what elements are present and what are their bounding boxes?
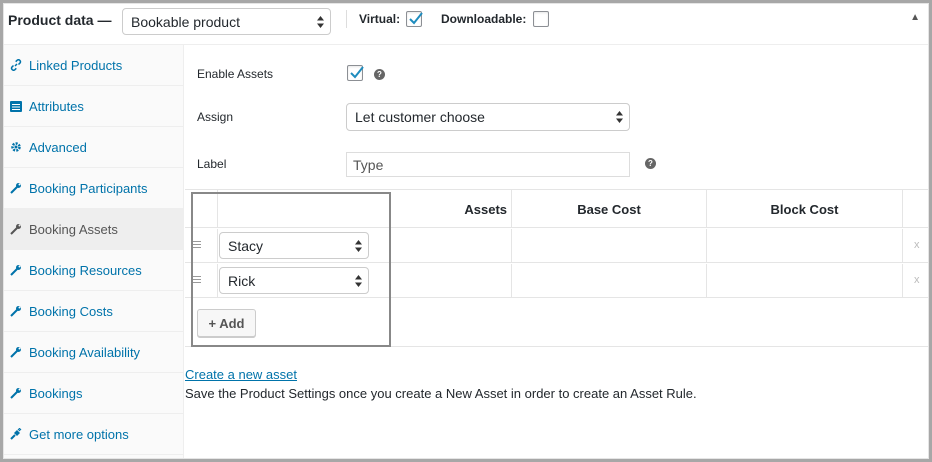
drag-handle-icon[interactable]	[191, 241, 201, 249]
asset-value: Stacy	[228, 237, 264, 254]
sidebar-item-booking-resources[interactable]: Booking Resources	[4, 250, 184, 291]
enable-assets-label: Enable Assets	[197, 67, 274, 81]
product-data-panel: Product data — Bookable product Virtual:…	[3, 3, 929, 459]
sidebar-item-label: Booking Availability	[29, 344, 141, 360]
table-row: Stacy x	[185, 229, 928, 263]
downloadable-label: Downloadable:	[441, 12, 527, 26]
checkmark-icon	[409, 12, 423, 25]
column-header-remove	[902, 190, 928, 228]
assets-table: Assets Base Cost Block Cost Stacy x Rick…	[185, 189, 928, 347]
booking-assets-panel: Enable Assets ? Assign Let customer choo…	[185, 45, 928, 458]
sidebar-item-label: Advanced	[29, 139, 87, 155]
sidebar-item-advanced[interactable]: Advanced	[4, 127, 184, 168]
wrench-icon	[9, 386, 23, 400]
remove-cell: x	[902, 229, 928, 263]
gear-icon	[9, 140, 23, 154]
asset-cell: Rick	[217, 264, 511, 298]
add-asset-button[interactable]: + Add	[197, 309, 256, 337]
downloadable-checkbox[interactable]	[533, 11, 549, 27]
sidebar-item-label: Booking Assets	[29, 221, 118, 237]
sidebar-item-attributes[interactable]: Attributes	[4, 86, 184, 127]
sidebar-item-booking-costs[interactable]: Booking Costs	[4, 291, 184, 332]
virtual-checkbox[interactable]	[406, 11, 423, 27]
wrench-icon	[9, 181, 23, 195]
sidebar-item-get-more-options[interactable]: Get more options	[4, 414, 184, 455]
sidebar-item-label: Booking Resources	[29, 262, 142, 278]
panel-title: Product data —	[8, 12, 112, 28]
wrench-icon	[9, 263, 23, 277]
remove-row-button[interactable]: x	[914, 239, 920, 251]
label-input[interactable]: Type	[346, 152, 630, 177]
help-icon[interactable]: ?	[374, 69, 385, 80]
base-cost-cell[interactable]	[511, 264, 706, 298]
assign-select[interactable]: Let customer choose	[346, 103, 630, 131]
assign-value: Let customer choose	[355, 109, 485, 125]
panel-header: Product data — Bookable product Virtual:…	[4, 4, 928, 45]
sidebar-item-label: Get more options	[29, 426, 129, 442]
sidebar-item-bookings[interactable]: Bookings	[4, 373, 184, 414]
sidebar-item-label: Booking Participants	[29, 180, 148, 196]
sidebar-item-label: Attributes	[29, 98, 84, 114]
column-header-base-cost: Base Cost	[511, 190, 706, 228]
select-arrows-icon	[616, 111, 623, 123]
checkmark-icon	[350, 66, 364, 79]
help-icon[interactable]: ?	[645, 158, 656, 169]
product-type-select[interactable]: Bookable product	[122, 8, 331, 35]
table-row: Rick x	[185, 264, 928, 298]
sidebar-item-label: Bookings	[29, 385, 83, 401]
sidebar-item-label: Booking Costs	[29, 303, 113, 319]
link-icon	[9, 58, 23, 72]
wrench-icon	[9, 304, 23, 318]
block-cost-cell[interactable]	[706, 229, 902, 263]
label-label: Label	[197, 157, 227, 171]
wrench-icon	[9, 345, 23, 359]
triangle-up-icon[interactable]: ▲	[910, 12, 920, 23]
select-arrows-icon	[355, 274, 362, 287]
select-arrows-icon	[355, 239, 362, 252]
label-placeholder: Type	[353, 156, 384, 173]
asset-value: Rick	[228, 272, 256, 289]
asset-cell: Stacy	[217, 229, 511, 263]
virtual-label: Virtual:	[359, 12, 401, 26]
product-type-value: Bookable product	[131, 13, 240, 30]
asset-select[interactable]: Rick	[219, 267, 369, 294]
drag-handle-icon[interactable]	[191, 276, 201, 284]
create-new-asset-link[interactable]: Create a new asset	[185, 367, 297, 382]
sidebar-item-booking-participants[interactable]: Booking Participants	[4, 168, 184, 209]
sidebar-item-booking-assets[interactable]: Booking Assets	[4, 209, 184, 250]
select-arrows-icon	[317, 15, 324, 28]
sidebar-item-linked-products[interactable]: Linked Products	[4, 45, 184, 86]
product-data-tabs: Linked Products Attributes Advanced Book…	[4, 45, 184, 458]
wrench-icon	[9, 222, 23, 236]
enable-assets-checkbox[interactable]	[347, 65, 364, 81]
block-cost-cell[interactable]	[706, 264, 902, 298]
plugin-icon	[9, 427, 23, 441]
column-header-assets: Assets	[217, 190, 511, 228]
assign-label: Assign	[197, 110, 234, 124]
sidebar-item-booking-availability[interactable]: Booking Availability	[4, 332, 184, 373]
table-header: Assets Base Cost Block Cost	[185, 190, 928, 228]
sidebar-item-label: Linked Products	[29, 57, 123, 73]
asset-select[interactable]: Stacy	[219, 232, 369, 259]
header-divider	[346, 10, 347, 28]
column-header-block-cost: Block Cost	[706, 190, 902, 228]
base-cost-cell[interactable]	[511, 229, 706, 263]
remove-cell: x	[902, 264, 928, 298]
list-icon	[9, 99, 23, 113]
remove-row-button[interactable]: x	[914, 274, 920, 286]
save-settings-note: Save the Product Settings once you creat…	[185, 386, 697, 401]
